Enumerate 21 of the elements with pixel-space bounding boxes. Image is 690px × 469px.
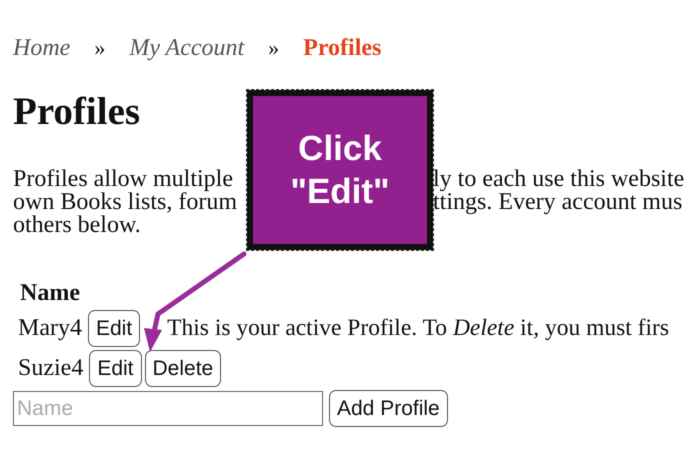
breadcrumb-separator: » bbox=[94, 34, 106, 62]
breadcrumb-link[interactable]: Profiles bbox=[303, 34, 382, 62]
edit-button[interactable]: Edit bbox=[88, 310, 140, 347]
annotation-text: Click "Edit" bbox=[289, 128, 391, 213]
page-heading: Profiles bbox=[13, 90, 142, 134]
name-input[interactable]: Name bbox=[13, 391, 323, 426]
intro-text: Profiles allow multiple bbox=[13, 168, 234, 191]
edit-button[interactable]: Edit bbox=[89, 350, 142, 387]
intro-text: own Books lists, forum bbox=[13, 191, 238, 214]
profile-name: Suzie4 bbox=[18, 355, 84, 382]
add-profile-button[interactable]: Add Profile bbox=[329, 390, 448, 427]
column-header: Name bbox=[20, 279, 81, 307]
profile-note: This is your active Profile. To Delete it, you must firs bbox=[167, 315, 669, 342]
intro-text: ly to each use this website bbox=[433, 168, 686, 191]
profile-name: Mary4 bbox=[18, 315, 82, 342]
breadcrumb-separator: » bbox=[268, 34, 280, 62]
intro-text: ttings. Every account mus bbox=[433, 191, 684, 214]
breadcrumb-link[interactable]: My Account bbox=[129, 34, 244, 62]
breadcrumb-link[interactable]: Home bbox=[13, 34, 70, 62]
delete-button[interactable]: Delete bbox=[144, 350, 222, 387]
intro-text: others below. bbox=[13, 214, 141, 237]
